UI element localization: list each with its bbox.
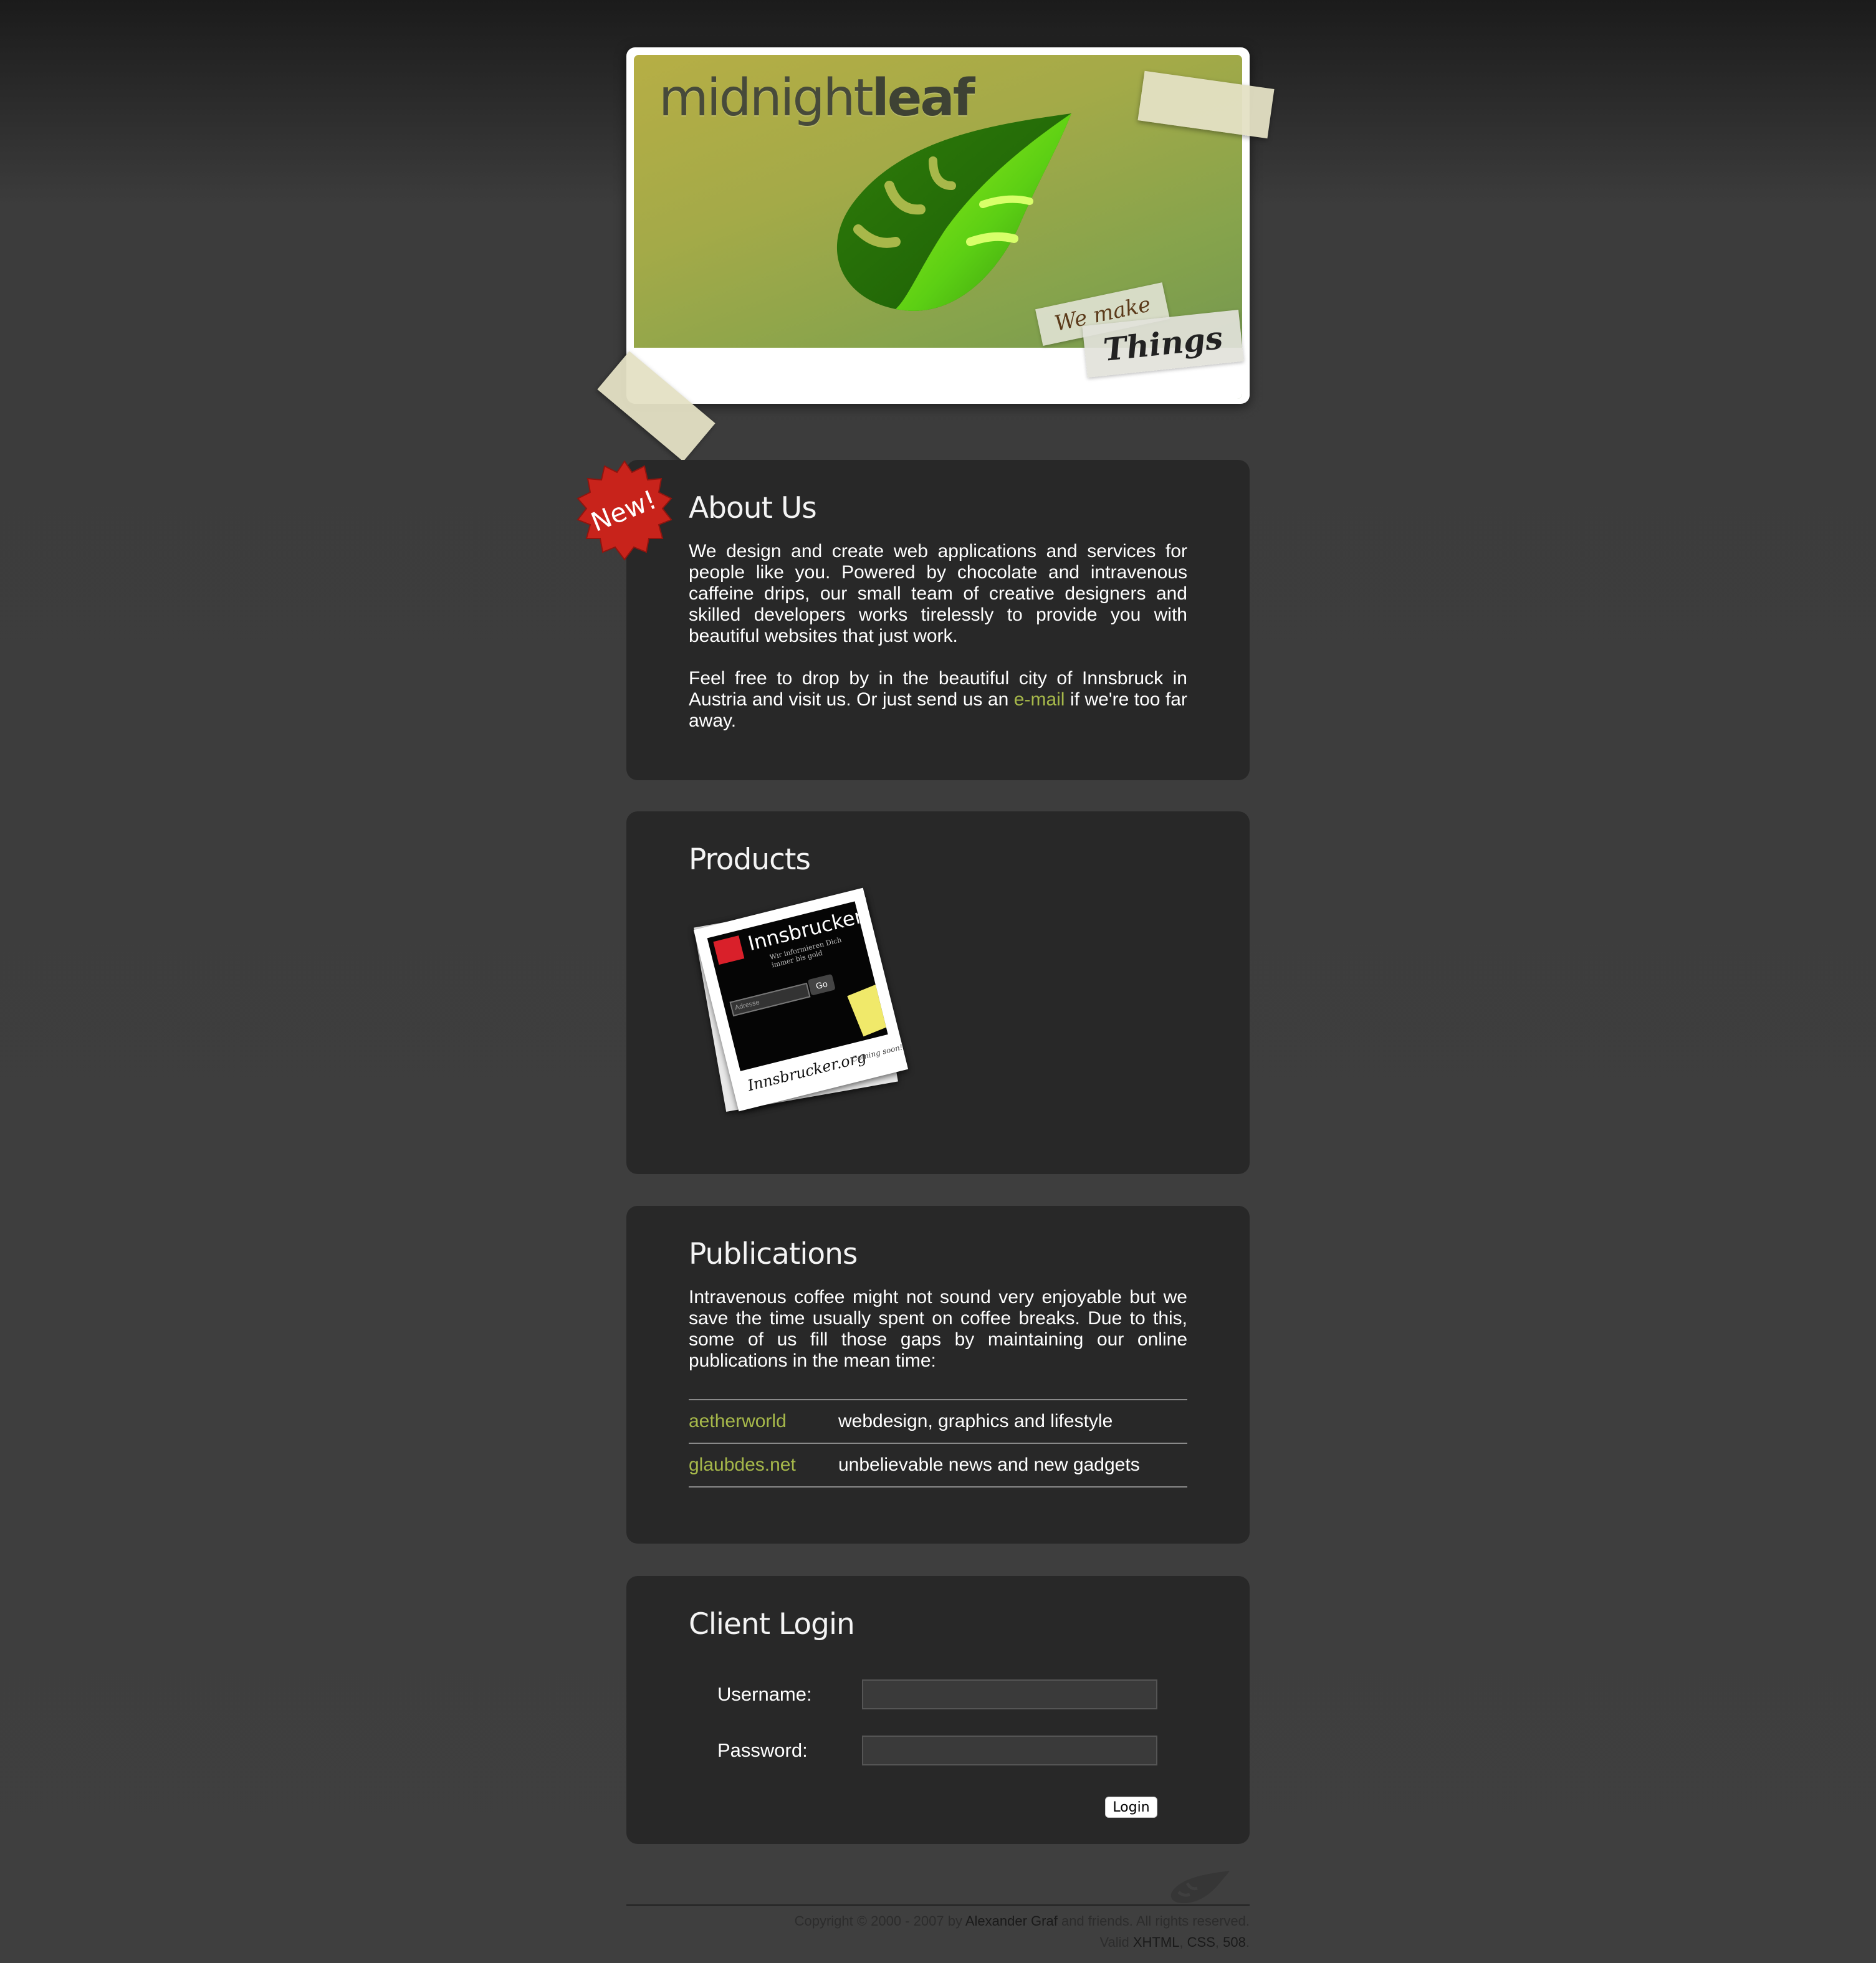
leaf-icon	[1170, 1871, 1230, 1903]
about-paragraph-1: We design and create web applications an…	[689, 541, 1187, 647]
valid-separator: ,	[1215, 1934, 1223, 1950]
valid-separator: ,	[1179, 1934, 1187, 1950]
publications-section: Publications Intravenous coffee might no…	[626, 1206, 1250, 1544]
footer-divider	[626, 1904, 1250, 1906]
username-input[interactable]	[862, 1679, 1157, 1709]
product-go-button: Go	[807, 973, 836, 996]
publication-description: unbelievable news and new gadgets	[838, 1454, 1140, 1476]
publication-description: webdesign, graphics and lifestyle	[838, 1411, 1113, 1432]
polaroid-coming-soon: Coming soon!	[850, 1042, 904, 1064]
publications-table: aetherworld webdesign, graphics and life…	[689, 1399, 1187, 1488]
footer: Copyright © 2000 - 2007 by Alexander Gra…	[626, 1870, 1250, 1963]
product-sticky-note	[847, 982, 888, 1037]
login-button[interactable]: Login	[1105, 1797, 1157, 1818]
header-banner: midnightleaf We make Things	[597, 47, 1275, 462]
publication-row: aetherworld webdesign, graphics and life…	[689, 1400, 1187, 1445]
valid-end: .	[1245, 1934, 1250, 1950]
leaf-icon	[836, 113, 1071, 311]
valid-prefix: Valid	[1099, 1934, 1133, 1950]
about-paragraph-2: Feel free to drop by in the beautiful ci…	[689, 668, 1187, 732]
product-logo	[713, 935, 745, 965]
email-link[interactable]: e-mail	[1014, 689, 1065, 710]
valid-css-link[interactable]: CSS	[1187, 1934, 1215, 1950]
product-search-field: Adresse	[729, 982, 811, 1017]
about-section: New! About Us We design and create web a…	[577, 460, 1250, 780]
products-title: Products	[689, 843, 811, 877]
new-badge: New!	[577, 460, 672, 561]
publication-row: glaubdes.net unbelievable news and new g…	[689, 1444, 1187, 1488]
valid-xhtml-link[interactable]: XHTML	[1133, 1934, 1180, 1950]
publication-link-glaubdes[interactable]: glaubdes.net	[689, 1454, 838, 1476]
password-row: Password:	[717, 1736, 1157, 1765]
publications-title: Publications	[689, 1237, 858, 1271]
copyright-text: Copyright © 2000 - 2007 by	[794, 1913, 965, 1929]
publication-link-aetherworld[interactable]: aetherworld	[689, 1411, 838, 1432]
login-title: Client Login	[689, 1607, 855, 1641]
copyright-text-end: and friends. All rights reserved.	[1057, 1913, 1250, 1929]
username-label: Username:	[717, 1683, 812, 1705]
footer-validation: Valid XHTML, CSS, 508.	[1099, 1934, 1250, 1951]
footer-copyright: Copyright © 2000 - 2007 by Alexander Gra…	[795, 1913, 1250, 1929]
author-link[interactable]: Alexander Graf	[965, 1913, 1058, 1929]
products-section: Products Innsbrucker Wir informieren Dic…	[626, 811, 1250, 1174]
publications-intro: Intravenous coffee might not sound very …	[689, 1287, 1187, 1372]
password-input[interactable]	[862, 1736, 1157, 1765]
about-title: About Us	[689, 491, 817, 525]
username-row: Username:	[717, 1679, 1157, 1709]
product-screenshot: Innsbrucker Wir informieren Dich immer b…	[707, 901, 888, 1071]
password-label: Password:	[717, 1739, 808, 1761]
client-login-section: Client Login Username: Password: Login	[626, 1576, 1250, 1844]
product-innsbrucker-thumbnail[interactable]: Innsbrucker Wir informieren Dich immer b…	[693, 887, 909, 1117]
valid-508-link[interactable]: 508	[1223, 1934, 1246, 1950]
